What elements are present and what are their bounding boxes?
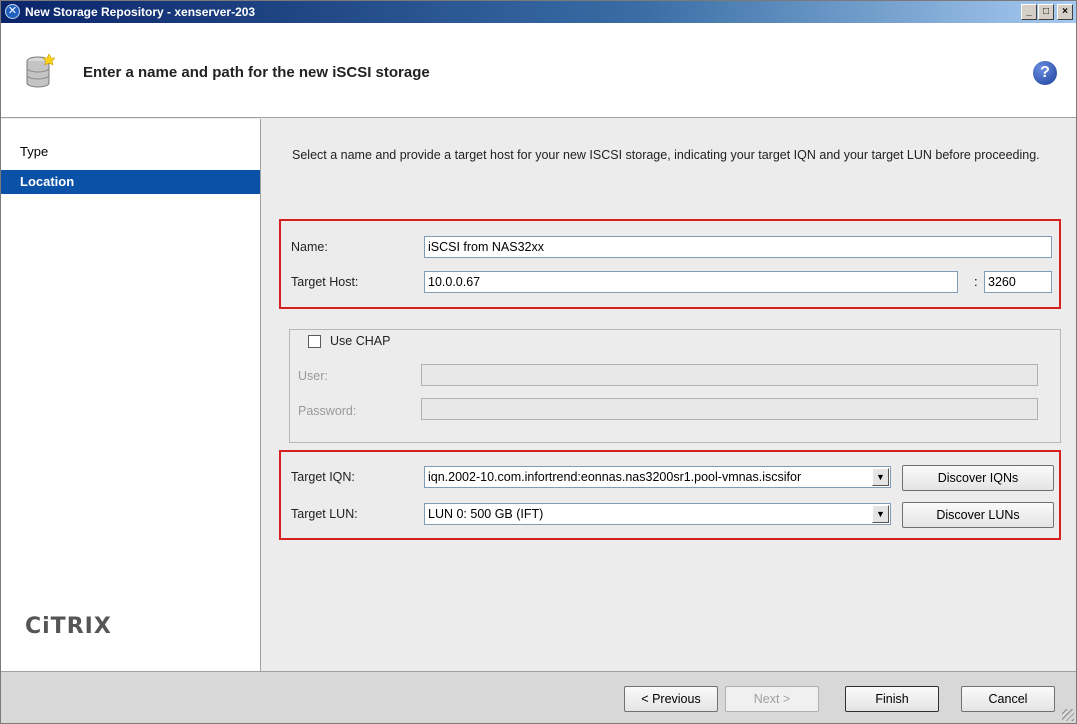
chap-groupbox: Use CHAP User: Password: — [289, 329, 1061, 443]
user-label: User: — [298, 369, 328, 383]
target-host-input[interactable]: 10.0.0.67 — [424, 271, 958, 293]
wizard-header: Enter a name and path for the new iSCSI … — [1, 23, 1076, 118]
target-lun-label: Target LUN: — [291, 507, 358, 521]
use-chap-checkbox[interactable] — [308, 335, 321, 348]
discover-luns-button[interactable]: Discover LUNs — [902, 502, 1054, 528]
target-host-label: Target Host: — [291, 275, 359, 289]
wizard-sidebar: Type Location CiTRIX — [1, 119, 261, 671]
instructions-text: Select a name and provide a target host … — [292, 148, 1040, 162]
name-label: Name: — [291, 240, 328, 254]
discover-iqns-button[interactable]: Discover IQNs — [902, 465, 1054, 491]
storage-database-icon — [26, 53, 55, 88]
resize-grip-icon[interactable] — [1062, 709, 1074, 721]
target-iqn-select[interactable]: iqn.2002-10.com.infortrend:eonnas.nas320… — [424, 466, 891, 488]
port-separator: : — [974, 274, 978, 289]
chap-password-input[interactable] — [421, 398, 1038, 420]
page-heading: Enter a name and path for the new iSCSI … — [83, 64, 430, 81]
cancel-button[interactable]: Cancel — [961, 686, 1055, 712]
window-title: New Storage Repository - xenserver-203 — [25, 5, 256, 19]
previous-button[interactable]: < Previous — [624, 686, 718, 712]
port-input[interactable]: 3260 — [984, 271, 1052, 293]
citrix-logo: CiTRIX — [25, 614, 112, 639]
finish-button[interactable]: Finish — [845, 686, 939, 712]
title-bar[interactable]: ✕ New Storage Repository - xenserver-203… — [1, 1, 1076, 23]
help-icon[interactable]: ? — [1033, 61, 1057, 85]
target-lun-select[interactable]: LUN 0: 500 GB (IFT) — [424, 503, 891, 525]
close-button[interactable]: × — [1057, 4, 1073, 20]
sidebar-item-location[interactable]: Location — [1, 170, 260, 194]
xenserver-app-icon: ✕ — [5, 4, 20, 19]
next-button[interactable]: Next > — [725, 686, 819, 712]
minimize-button[interactable]: _ — [1021, 4, 1037, 20]
chap-user-input[interactable] — [421, 364, 1038, 386]
wizard-footer: < Previous Next > Finish Cancel — [1, 671, 1076, 723]
name-input[interactable]: iSCSI from NAS32xx — [424, 236, 1052, 258]
wizard-window: ✕ New Storage Repository - xenserver-203… — [0, 0, 1077, 724]
lun-dropdown-arrow-icon[interactable]: ▼ — [872, 505, 889, 523]
target-iqn-label: Target IQN: — [291, 470, 355, 484]
name-host-highlight — [279, 219, 1061, 309]
password-label: Password: — [298, 404, 357, 418]
use-chap-label[interactable]: Use CHAP — [330, 334, 390, 348]
sidebar-item-type[interactable]: Type — [1, 140, 260, 164]
wizard-content: Select a name and provide a target host … — [262, 119, 1076, 671]
maximize-button[interactable]: □ — [1038, 4, 1054, 20]
iqn-dropdown-arrow-icon[interactable]: ▼ — [872, 468, 889, 486]
